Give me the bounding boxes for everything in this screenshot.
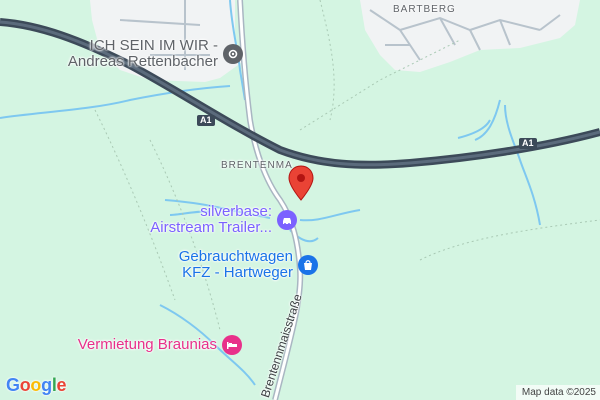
- logo-letter: o: [30, 375, 42, 395]
- logo-letter: e: [56, 375, 67, 395]
- bed-icon[interactable]: [222, 335, 242, 355]
- map-attribution[interactable]: Map data ©2025: [515, 385, 600, 400]
- poi-line2: Andreas Rettenbacher: [67, 53, 218, 70]
- poi-line1: Vermietung Braunias: [77, 336, 217, 353]
- highway-shield-east: A1: [519, 138, 537, 149]
- google-logo: Google: [6, 375, 67, 396]
- place-label-bartberg: BARTBERG: [393, 4, 456, 15]
- car-icon[interactable]: [277, 210, 297, 230]
- shopping-bag-icon[interactable]: [298, 255, 318, 275]
- highway-shield-west: A1: [197, 115, 215, 126]
- poi-gebrauchtwagen[interactable]: Gebrauchtwagen KFZ - Hartweger: [179, 249, 318, 281]
- poi-line1: Gebrauchtwagen: [178, 248, 293, 265]
- logo-letter: o: [19, 375, 31, 395]
- map-canvas[interactable]: BARTBERG BRENTENMA A1 A1 Brentennmaisstr…: [0, 0, 600, 400]
- poi-line1: ICH SEIN IM WIR -: [89, 37, 218, 54]
- poi-line1: silverbase:: [200, 203, 272, 220]
- poi-ich-sein-im-wir[interactable]: ICH SEIN IM WIR - Andreas Rettenbacher: [68, 38, 243, 70]
- gray-poi-icon[interactable]: [223, 44, 243, 64]
- poi-vermietung-braunias[interactable]: Vermietung Braunias: [78, 335, 242, 355]
- place-label-brentenmais: BRENTENMA: [221, 160, 293, 171]
- poi-silverbase[interactable]: silverbase: Airstream Trailer...: [150, 204, 297, 236]
- poi-line2: KFZ - Hartweger: [182, 264, 293, 281]
- logo-letter: g: [41, 375, 52, 395]
- poi-line2: Airstream Trailer...: [150, 219, 272, 236]
- logo-letter: G: [6, 375, 20, 395]
- location-pin-icon[interactable]: [287, 165, 315, 201]
